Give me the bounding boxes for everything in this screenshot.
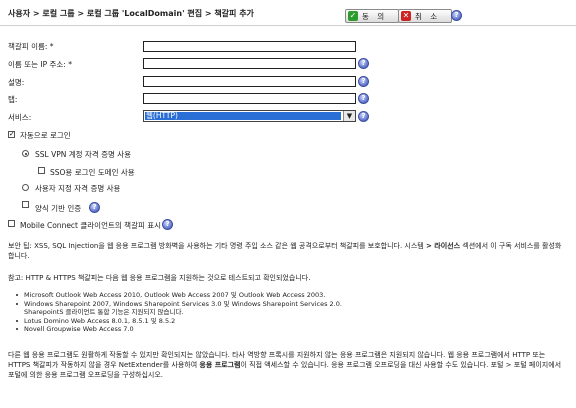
list-item: SharepointS 클라이언트 통합 기능은 지원되지 않습니다. (24, 308, 184, 317)
footer-note-bold: 응용 프로그램 (199, 361, 241, 369)
tab-help-icon[interactable]: ? (358, 93, 369, 104)
list-item: Microsoft Outlook Web Access 2010, Outlo… (14, 291, 342, 300)
ok-button[interactable]: ✓ 동 의 (345, 9, 399, 23)
mobile-connect-help-icon[interactable]: ? (162, 219, 173, 230)
mobile-connect-label: Mobile Connect 클라이언트의 책갈피 표시 (20, 221, 162, 230)
description-help-icon[interactable]: ? (358, 76, 369, 87)
auto-login-label: 자동으로 로그인 (20, 131, 71, 140)
description-field[interactable] (143, 76, 356, 87)
footer-note: 다른 웹 응용 프로그램도 원활하게 작동할 수 있지만 확인되지는 않았습니다… (8, 350, 564, 380)
custom-credentials-radio[interactable] (22, 184, 29, 191)
tab-field[interactable] (143, 93, 356, 104)
description-label: 설명: (8, 78, 25, 87)
service-help-icon[interactable]: ? (358, 111, 369, 122)
sso-credentials-label: SSL VPN 계정 자격 증명 사용 (35, 150, 132, 159)
bookmark-name-label: 책갈피 이름: * (8, 42, 54, 51)
host-field[interactable] (143, 58, 356, 69)
sso-credentials-radio[interactable] (22, 150, 29, 157)
service-select[interactable]: 웹(HTTP) ▼ (143, 110, 356, 122)
form-auth-label: 양식 기반 인증 (35, 204, 82, 213)
service-selected-option: 웹(HTTP) (145, 112, 341, 120)
sso-domain-checkbox[interactable] (38, 167, 45, 174)
service-label: 서비스: (8, 113, 32, 122)
form-auth-help-icon[interactable]: ? (89, 202, 100, 213)
list-item: Windows Sharepoint 2007, Windows Sharepo… (14, 300, 342, 309)
ok-button-label: 동 의 (362, 11, 388, 21)
cancel-button-label: 취 소 (415, 11, 441, 21)
auto-login-checkbox[interactable]: ✓ (8, 131, 15, 138)
host-label: 이름 또는 IP 주소: * (8, 60, 72, 69)
security-tip: 보안 팁: XSS, SQL Injection을 웹 응용 프로그램 방화벽을… (8, 241, 564, 261)
security-tip-text: 보안 팁: XSS, SQL Injection을 웹 응용 프로그램 방화벽을… (8, 242, 426, 250)
help-icon[interactable]: ? (451, 10, 462, 21)
security-tip-path: > 라이선스 (425, 242, 461, 250)
sso-domain-label: SSO용 로그인 도메인 사용 (50, 168, 135, 177)
list-item: Lotus Domino Web Access 8.0.1, 8.5.1 및 8… (14, 317, 342, 326)
mobile-connect-checkbox[interactable] (8, 220, 15, 227)
bookmark-name-field[interactable] (143, 41, 356, 52)
form-auth-checkbox[interactable] (22, 201, 29, 208)
breadcrumb: 사용자 > 로컬 그룹 > 로컬 그룹 'LocalDomain' 편집 > 책… (8, 9, 254, 18)
custom-credentials-label: 사용자 지정 자격 증명 사용 (35, 184, 121, 193)
cancel-button[interactable]: ✕ 취 소 (398, 9, 452, 23)
supported-apps-list: Microsoft Outlook Web Access 2010, Outlo… (14, 291, 342, 334)
close-icon: ✕ (401, 11, 411, 21)
host-help-icon[interactable]: ? (358, 58, 369, 69)
check-icon: ✓ (348, 11, 358, 21)
tab-label: 탭: (8, 95, 18, 104)
list-item: Novell Groupwise Web Access 7.0 (14, 325, 342, 334)
chevron-down-icon[interactable]: ▼ (343, 111, 355, 121)
reference-intro: 참고: HTTP & HTTPS 책갈피는 다음 웹 응용 프로그램을 지원하는… (8, 274, 311, 282)
